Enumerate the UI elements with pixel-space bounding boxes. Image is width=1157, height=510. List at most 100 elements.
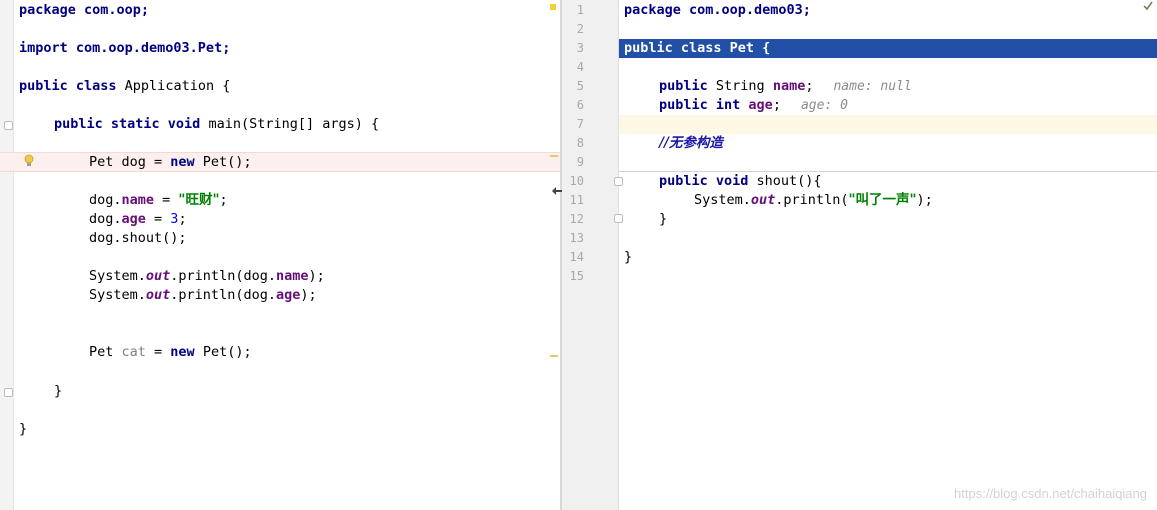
right-editor-pane[interactable]: 1 2 3 4 5 6 7 8 9 10 11 12 13 14 15 pack… — [562, 0, 1157, 510]
line-number: 2 — [576, 22, 584, 36]
watermark-text: https://blog.csdn.net/chaihaiqiang — [954, 486, 1147, 501]
code-line: //无参构造 — [659, 134, 723, 153]
code-text: = — [145, 211, 171, 227]
code-line: System.out.println(dog.age); — [89, 286, 317, 305]
field-decl: age — [748, 97, 773, 113]
code-line: public static void main(String[] args) { — [54, 115, 379, 134]
right-editor-gutter[interactable]: 1 2 3 4 5 6 7 8 9 10 11 12 13 14 15 — [562, 0, 623, 510]
line-number: 4 — [576, 60, 584, 74]
static-field-ref: out — [750, 192, 776, 208]
field-ref: age — [121, 211, 146, 227]
fold-marker-icon[interactable] — [4, 121, 13, 130]
package-statement: package com.oop.demo03; — [624, 2, 811, 18]
line-number: 8 — [576, 136, 584, 150]
code-text: ; — [219, 192, 228, 208]
fold-marker-icon[interactable] — [4, 388, 13, 397]
left-editor-gutter[interactable] — [0, 0, 14, 510]
code-text: dog. — [89, 211, 122, 227]
field-ref: name — [275, 268, 309, 284]
class-declaration: public class Pet { — [624, 40, 771, 56]
code-line: public class Pet { — [624, 39, 770, 58]
fold-marker-icon[interactable] — [614, 177, 623, 186]
package-statement: package com.oop; — [19, 2, 150, 18]
code-line: public void shout(){ — [659, 172, 822, 191]
closing-brace: } — [659, 211, 668, 227]
closing-brace: } — [19, 421, 28, 437]
inline-value-hint: age: 0 — [800, 98, 848, 113]
code-text: ; — [805, 78, 814, 94]
code-text: dog. — [89, 192, 122, 208]
inspection-ok-icon[interactable] — [1143, 1, 1153, 11]
method-signature: shout(){ — [748, 173, 822, 189]
line-number: 15 — [569, 269, 584, 283]
keyword: public class — [19, 78, 117, 94]
code-line: public int age; age: 0 — [659, 96, 848, 115]
code-line: System.out.println(dog.name); — [89, 267, 325, 286]
code-text: System. — [694, 192, 751, 208]
code-text: = — [145, 344, 171, 360]
code-text: dog.shout(); — [89, 230, 187, 246]
line-number: 1 — [576, 3, 584, 17]
line-number: 13 — [569, 231, 584, 245]
code-text: .println(dog. — [170, 287, 276, 303]
code-text: ); — [916, 192, 933, 208]
code-text: System. — [89, 268, 146, 284]
line-number: 9 — [576, 155, 584, 169]
keyword: public void — [659, 173, 749, 189]
line-number: 14 — [569, 250, 584, 264]
string-literal: "旺财" — [178, 192, 220, 208]
code-line: dog.name = "旺财"; — [89, 191, 228, 210]
code-line: dog.shout(); — [89, 229, 187, 248]
code-text: System. — [89, 287, 146, 303]
left-code-area[interactable]: package com.oop; import com.oop.demo03.P… — [19, 0, 549, 510]
code-line: } — [54, 382, 62, 401]
type-name: String — [707, 78, 773, 94]
code-text: ); — [300, 287, 317, 303]
code-line: dog.age = 3; — [89, 210, 187, 229]
field-decl: name — [772, 78, 806, 94]
keyword: public static void — [54, 116, 201, 132]
class-name: Application { — [116, 78, 231, 94]
line-number: 5 — [576, 79, 584, 93]
code-text: ; — [178, 211, 187, 227]
keyword: public int — [659, 97, 741, 113]
code-text: ); — [308, 268, 325, 284]
line-number: 6 — [576, 98, 584, 112]
method-signature: main(String[] args) { — [200, 116, 380, 132]
warning-stripe-marker[interactable] — [550, 4, 556, 10]
code-text: Pet — [89, 344, 122, 360]
fold-marker-icon[interactable] — [614, 214, 623, 223]
import-statement: import com.oop.demo03.Pet; — [19, 40, 231, 56]
static-field-ref: out — [145, 287, 171, 303]
static-field-ref: out — [145, 268, 171, 284]
line-number: 3 — [576, 41, 584, 55]
line-number: 7 — [576, 117, 584, 131]
code-line: System.out.println("叫了一声"); — [694, 191, 933, 210]
error-stripe-marker[interactable] — [550, 155, 558, 157]
code-text: .println( — [775, 192, 849, 208]
code-text: Pet(); — [194, 154, 252, 170]
code-line: import com.oop.demo03.Pet; — [19, 39, 230, 58]
code-text: .println(dog. — [170, 268, 276, 284]
string-literal: "叫了一声" — [848, 192, 917, 208]
closing-brace: } — [54, 383, 63, 399]
right-code-area[interactable]: package com.oop.demo03; public class Pet… — [624, 0, 1154, 510]
code-line: Pet dog = new Pet(); — [89, 153, 252, 172]
keyword: new — [170, 344, 195, 360]
code-text: Pet dog = — [89, 154, 171, 170]
error-stripe-marker[interactable] — [550, 355, 558, 357]
code-text: ; — [772, 97, 781, 113]
unused-variable: cat — [121, 344, 146, 360]
code-line: public String name; name: null — [659, 77, 912, 96]
code-line: package com.oop; — [19, 1, 149, 20]
code-line: } — [624, 248, 632, 267]
closing-brace: } — [624, 249, 633, 265]
line-comment: //无参构造 — [659, 135, 723, 151]
field-ref: age — [275, 287, 301, 303]
left-editor-pane[interactable]: package com.oop; import com.oop.demo03.P… — [0, 0, 560, 510]
code-line: package com.oop.demo03; — [624, 1, 811, 20]
keyword: new — [170, 154, 195, 170]
inline-value-hint: name: null — [833, 79, 912, 94]
code-text: Pet(); — [194, 344, 252, 360]
line-number: 12 — [569, 212, 584, 226]
